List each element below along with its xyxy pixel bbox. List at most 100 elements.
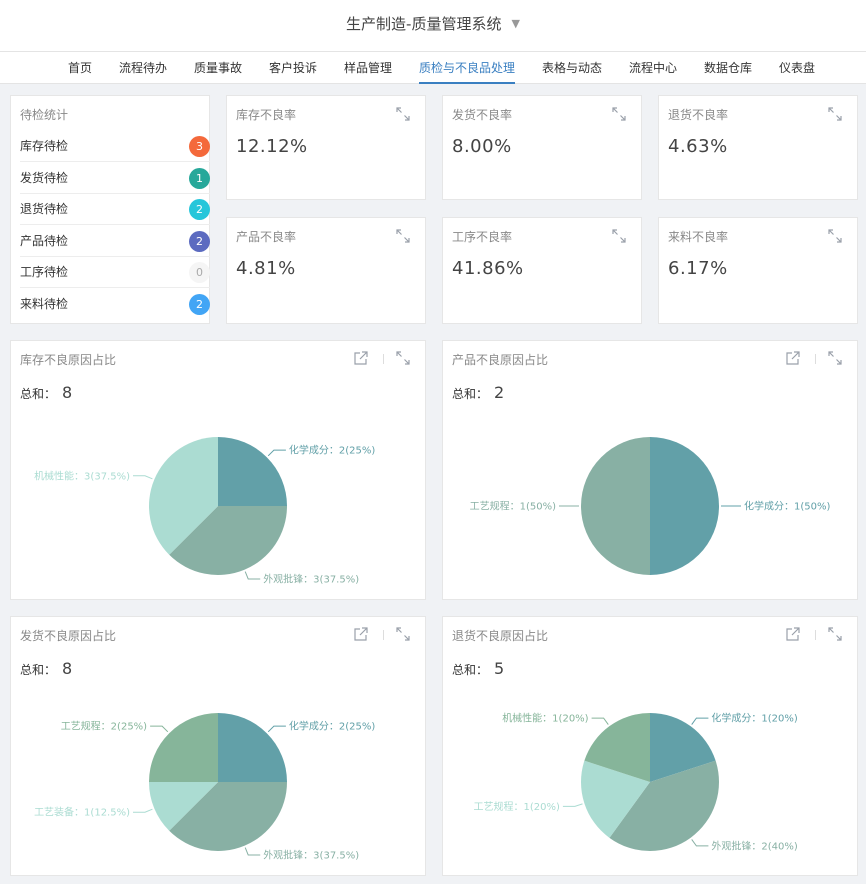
chart-panel-shipping: 发货不良原因占比 总和： 8 化学成分：2(25%) 外观批锋：3(37.5%) 工艺… bbox=[10, 616, 426, 876]
slice-label: 机械性能：1(20%) bbox=[502, 712, 588, 725]
pending-stats-panel: 待检统计 库存待检 3 发货待检 1 退货待检 2 产品待检 2 工序待检 0 来料待检 2 bbox=[10, 95, 210, 324]
chart-title: 库存不良原因占比 bbox=[20, 353, 117, 367]
slice-label: 工艺规程：2(25%) bbox=[61, 720, 147, 733]
slice-label: 化学成分：1(20%) bbox=[711, 712, 797, 725]
pie-chart-product: 化学成分：1(50%) 工艺规程：1(50%) bbox=[470, 437, 830, 575]
metric-value: 12.12% bbox=[236, 136, 308, 157]
tab-home[interactable]: 首页 bbox=[68, 52, 92, 84]
label-leader-line bbox=[244, 847, 261, 856]
stat-row[interactable]: 退货待检 2 bbox=[20, 194, 210, 225]
sum-label: 总和： bbox=[20, 387, 57, 401]
metric-title: 发货不良率 bbox=[452, 108, 513, 122]
external-link-icon[interactable] bbox=[353, 350, 369, 366]
sum-value: 8 bbox=[62, 659, 73, 678]
slice-label: 外观批锋：2(40%) bbox=[711, 839, 797, 852]
pie-slice[interactable] bbox=[218, 713, 287, 782]
divider bbox=[815, 630, 816, 640]
app-header: 生产制造-质量管理系统 ▼ bbox=[0, 0, 866, 52]
slice-label: 化学成分：1(50%) bbox=[744, 500, 830, 513]
tab-sample-management[interactable]: 样品管理 bbox=[344, 52, 392, 84]
metric-card: 库存不良率 12.12% bbox=[226, 95, 426, 200]
metric-card: 产品不良率 4.81% bbox=[226, 217, 426, 324]
tab-forms-dynamics[interactable]: 表格与动态 bbox=[542, 52, 602, 84]
tab-quality-accident[interactable]: 质量事故 bbox=[194, 52, 242, 84]
total-sum: 总和： 8 bbox=[20, 383, 72, 402]
metric-value: 41.86% bbox=[452, 258, 524, 279]
chart-panel-inventory: 库存不良原因占比 总和： 8 化学成分：2(25%) 外观批锋：3(37.5%) 机械… bbox=[10, 340, 426, 600]
expand-icon[interactable] bbox=[827, 106, 843, 122]
stat-row[interactable]: 库存待检 3 bbox=[20, 131, 210, 162]
sum-value: 2 bbox=[494, 383, 505, 402]
expand-icon[interactable] bbox=[827, 626, 843, 642]
label-leader-line bbox=[267, 725, 286, 733]
slice-label: 外观批锋：3(37.5%) bbox=[263, 849, 359, 862]
expand-icon[interactable] bbox=[395, 228, 411, 244]
expand-icon[interactable] bbox=[611, 106, 627, 122]
count-badge: 2 bbox=[189, 199, 210, 220]
metric-card: 工序不良率 41.86% bbox=[442, 217, 642, 324]
tab-process-todo[interactable]: 流程待办 bbox=[119, 52, 167, 84]
expand-icon[interactable] bbox=[611, 228, 627, 244]
stat-label: 发货待检 bbox=[20, 171, 69, 185]
main-nav: 首页 流程待办 质量事故 客户投诉 样品管理 质检与不良品处理 表格与动态 流程… bbox=[0, 52, 866, 84]
label-leader-line bbox=[244, 571, 261, 580]
pie-slice[interactable] bbox=[149, 713, 218, 782]
stat-row[interactable]: 来料待检 2 bbox=[20, 289, 210, 320]
stat-row[interactable]: 发货待检 1 bbox=[20, 163, 210, 194]
chart-title: 发货不良原因占比 bbox=[20, 629, 117, 643]
chart-title: 退货不良原因占比 bbox=[452, 629, 549, 643]
chart-title: 产品不良原因占比 bbox=[452, 353, 549, 367]
stat-label: 产品待检 bbox=[20, 234, 69, 248]
total-sum: 总和： 2 bbox=[452, 383, 504, 402]
expand-icon[interactable] bbox=[827, 350, 843, 366]
pie-slice[interactable] bbox=[218, 437, 287, 506]
tab-customer-complaint[interactable]: 客户投诉 bbox=[269, 52, 317, 84]
total-sum: 总和： 8 bbox=[20, 659, 72, 678]
label-leader-line bbox=[591, 717, 609, 725]
metric-value: 8.00% bbox=[452, 136, 512, 157]
slice-label: 工艺装备：1(12.5%) bbox=[34, 806, 130, 819]
tab-dashboard[interactable]: 仪表盘 bbox=[779, 52, 815, 84]
count-badge: 1 bbox=[189, 168, 210, 189]
stat-label: 退货待检 bbox=[20, 202, 69, 216]
stat-label: 库存待检 bbox=[20, 139, 69, 153]
sum-label: 总和： bbox=[452, 387, 489, 401]
app-title-text: 生产制造-质量管理系统 bbox=[346, 15, 502, 33]
slice-label: 外观批锋：3(37.5%) bbox=[263, 573, 359, 586]
metric-value: 6.17% bbox=[668, 258, 728, 279]
expand-icon[interactable] bbox=[395, 106, 411, 122]
label-leader-line bbox=[691, 839, 709, 847]
pie-slice[interactable] bbox=[581, 437, 650, 575]
label-leader-line bbox=[562, 803, 583, 807]
external-link-icon[interactable] bbox=[785, 350, 801, 366]
tab-inspection-defects[interactable]: 质检与不良品处理 bbox=[419, 52, 516, 84]
app-title[interactable]: 生产制造-质量管理系统 ▼ bbox=[0, 13, 866, 34]
metric-card: 来料不良率 6.17% bbox=[658, 217, 858, 324]
pie-slice[interactable] bbox=[650, 437, 719, 575]
metric-title: 退货不良率 bbox=[668, 108, 729, 122]
metric-value: 4.81% bbox=[236, 258, 296, 279]
tab-data-warehouse[interactable]: 数据仓库 bbox=[704, 52, 752, 84]
slice-label: 工艺规程：1(20%) bbox=[473, 800, 559, 813]
slice-label: 机械性能：3(37.5%) bbox=[34, 469, 130, 482]
sum-label: 总和： bbox=[20, 663, 57, 677]
stat-row[interactable]: 产品待检 2 bbox=[20, 226, 210, 257]
metric-title: 工序不良率 bbox=[452, 230, 513, 244]
expand-icon[interactable] bbox=[827, 228, 843, 244]
sum-value: 8 bbox=[62, 383, 73, 402]
external-link-icon[interactable] bbox=[353, 626, 369, 642]
label-leader-line bbox=[691, 717, 709, 725]
metric-title: 库存不良率 bbox=[236, 108, 297, 122]
stat-row[interactable]: 工序待检 0 bbox=[20, 257, 210, 288]
expand-icon[interactable] bbox=[395, 350, 411, 366]
caret-down-icon[interactable]: ▼ bbox=[511, 17, 519, 30]
chart-panel-product: 产品不良原因占比 总和： 2 化学成分：1(50%) 工艺规程：1(50%) bbox=[442, 340, 858, 600]
expand-icon[interactable] bbox=[395, 626, 411, 642]
divider bbox=[383, 630, 384, 640]
metric-title: 产品不良率 bbox=[236, 230, 297, 244]
label-leader-line bbox=[133, 808, 153, 813]
external-link-icon[interactable] bbox=[785, 626, 801, 642]
count-badge: 0 bbox=[189, 262, 210, 283]
divider bbox=[815, 354, 816, 364]
tab-process-center[interactable]: 流程中心 bbox=[629, 52, 677, 84]
